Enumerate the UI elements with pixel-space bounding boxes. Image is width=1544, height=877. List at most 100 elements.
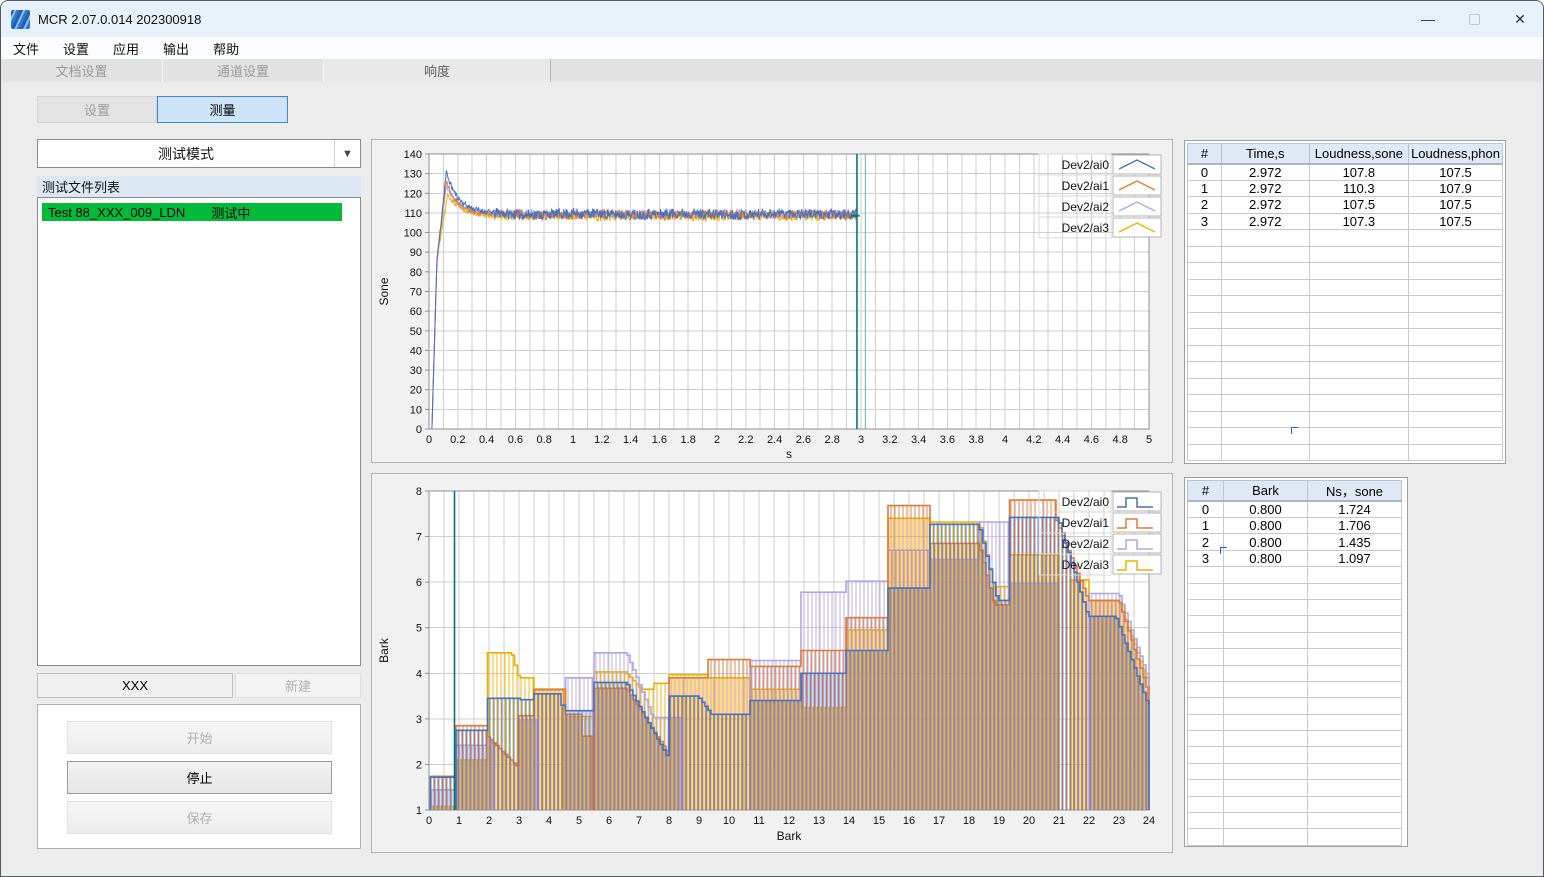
table-row[interactable] <box>1187 582 1402 600</box>
table-row[interactable] <box>1187 795 1402 814</box>
table-cell <box>1223 795 1308 814</box>
table-row[interactable] <box>1187 648 1402 666</box>
table-cell <box>1223 828 1308 846</box>
table-cell: 107.8 <box>1308 163 1410 181</box>
menu-help[interactable]: 帮助 <box>201 37 251 59</box>
svg-text:2.6: 2.6 <box>796 434 811 446</box>
subtab-measure[interactable]: 测量 <box>157 96 288 123</box>
xxx-button[interactable]: XXX <box>37 673 233 698</box>
table-cell <box>1187 262 1222 280</box>
table-row[interactable]: 3 2.972 107.3 107.5 <box>1187 212 1503 230</box>
table-cell <box>1220 262 1310 280</box>
tab-document-settings[interactable]: 文档设置 <box>1 59 163 82</box>
table-row[interactable] <box>1187 680 1402 699</box>
svg-text:30: 30 <box>410 365 422 377</box>
close-button[interactable]: ✕ <box>1497 1 1543 37</box>
subtab-settings[interactable]: 设置 <box>37 96 157 123</box>
table-cell <box>1187 812 1224 830</box>
legend-swatch <box>1112 154 1162 175</box>
column-header: # <box>1187 143 1222 165</box>
stop-button[interactable]: 停止 <box>67 761 332 794</box>
tab-loudness[interactable]: 响度 <box>324 59 551 82</box>
new-button[interactable]: 新建 <box>235 673 361 698</box>
table-row[interactable] <box>1187 394 1503 412</box>
list-item-name: Test 88_XXX_009_LDN <box>48 204 186 220</box>
bark-table[interactable]: # Bark Ns，sone 0 0.800 1.724 1 0.800 1.706 2 0.800… <box>1187 480 1402 846</box>
table-row[interactable]: 1 2.972 110.3 107.9 <box>1187 179 1503 197</box>
table-row[interactable] <box>1187 697 1402 715</box>
table-row[interactable] <box>1187 762 1402 781</box>
chevron-down-icon[interactable]: ▼ <box>334 140 360 167</box>
table-row[interactable] <box>1187 245 1503 263</box>
table-row[interactable]: 0 2.972 107.8 107.5 <box>1187 163 1503 181</box>
table-row[interactable] <box>1187 295 1503 313</box>
svg-text:2: 2 <box>486 815 492 827</box>
table-cell <box>1187 648 1224 666</box>
svg-text:1: 1 <box>416 805 422 817</box>
maximize-button[interactable] <box>1451 1 1497 37</box>
table-cell <box>1308 410 1410 428</box>
svg-text:110: 110 <box>404 208 422 220</box>
start-button[interactable]: 开始 <box>67 721 332 754</box>
table-row[interactable] <box>1187 328 1503 346</box>
svg-text:17: 17 <box>933 815 945 827</box>
svg-text:3: 3 <box>416 714 422 726</box>
table-row[interactable] <box>1187 664 1402 682</box>
svg-text:0.8: 0.8 <box>537 434 552 446</box>
minimize-button[interactable]: — <box>1405 1 1451 37</box>
menu-file[interactable]: 文件 <box>1 37 51 59</box>
table-row[interactable] <box>1187 779 1402 797</box>
table-row[interactable]: 2 2.972 107.5 107.5 <box>1187 196 1503 214</box>
table-row[interactable] <box>1187 410 1503 428</box>
svg-text:0: 0 <box>426 434 432 446</box>
bark-spectrum-chart-svg: 0 1 2 3 4 5 6 7 8 9 10 11 12 13 14 15 16 17 18 19 20 21 22 23 24… <box>377 486 1162 843</box>
svg-text:40: 40 <box>410 345 422 357</box>
table-row[interactable] <box>1187 598 1402 617</box>
cursor-artifact <box>1291 427 1298 434</box>
table-row[interactable] <box>1187 713 1402 732</box>
table-row[interactable]: 0 0.800 1.724 <box>1187 500 1402 518</box>
test-file-list[interactable]: Test 88_XXX_009_LDN 测试中 <box>37 197 361 666</box>
table-row[interactable] <box>1187 262 1503 280</box>
table-row[interactable] <box>1187 361 1503 379</box>
svg-text:18: 18 <box>963 815 975 827</box>
svg-text:4: 4 <box>1002 434 1008 446</box>
table-row[interactable] <box>1187 377 1503 395</box>
svg-text:80: 80 <box>410 267 422 279</box>
svg-text:Sone: Sone <box>377 277 391 305</box>
table-row[interactable] <box>1187 566 1402 584</box>
table-row[interactable] <box>1187 278 1503 296</box>
table-row[interactable] <box>1187 427 1503 445</box>
table-cell <box>1308 311 1410 329</box>
table-row[interactable]: 1 0.800 1.706 <box>1187 516 1402 535</box>
table-cell <box>1220 394 1310 412</box>
table-cell <box>1220 410 1310 428</box>
svg-text:4: 4 <box>546 815 552 827</box>
legend-label: Dev2/ai1 <box>1062 516 1110 530</box>
table-row[interactable] <box>1187 746 1402 764</box>
table-row[interactable] <box>1187 730 1402 748</box>
menu-apply[interactable]: 应用 <box>101 37 151 59</box>
table-row[interactable] <box>1187 443 1503 461</box>
table-cell <box>1223 812 1308 830</box>
table-cell <box>1408 311 1503 329</box>
test-mode-select[interactable]: 测试模式 ▼ <box>37 139 361 168</box>
menu-output[interactable]: 输出 <box>151 37 201 59</box>
table-row[interactable] <box>1187 812 1402 830</box>
table-cell: 107.5 <box>1408 196 1503 214</box>
tab-channel-settings[interactable]: 通道设置 <box>163 59 324 82</box>
loudness-table[interactable]: # Time,s Loudness,sone Loudness,phon 0 2.972 1… <box>1187 143 1503 461</box>
table-row[interactable] <box>1187 631 1402 650</box>
table-row[interactable] <box>1187 311 1503 329</box>
table-cell: 110.3 <box>1308 179 1410 197</box>
table-row[interactable] <box>1187 828 1402 846</box>
svg-text:3: 3 <box>858 434 864 446</box>
table-row[interactable] <box>1187 344 1503 362</box>
table-row[interactable] <box>1187 615 1402 633</box>
menu-settings[interactable]: 设置 <box>51 37 101 59</box>
list-item-active[interactable]: Test 88_XXX_009_LDN 测试中 <box>42 203 342 221</box>
table-cell <box>1187 410 1222 428</box>
table-cell: 0 <box>1187 500 1224 518</box>
save-button[interactable]: 保存 <box>67 801 332 834</box>
table-row[interactable] <box>1187 229 1503 247</box>
